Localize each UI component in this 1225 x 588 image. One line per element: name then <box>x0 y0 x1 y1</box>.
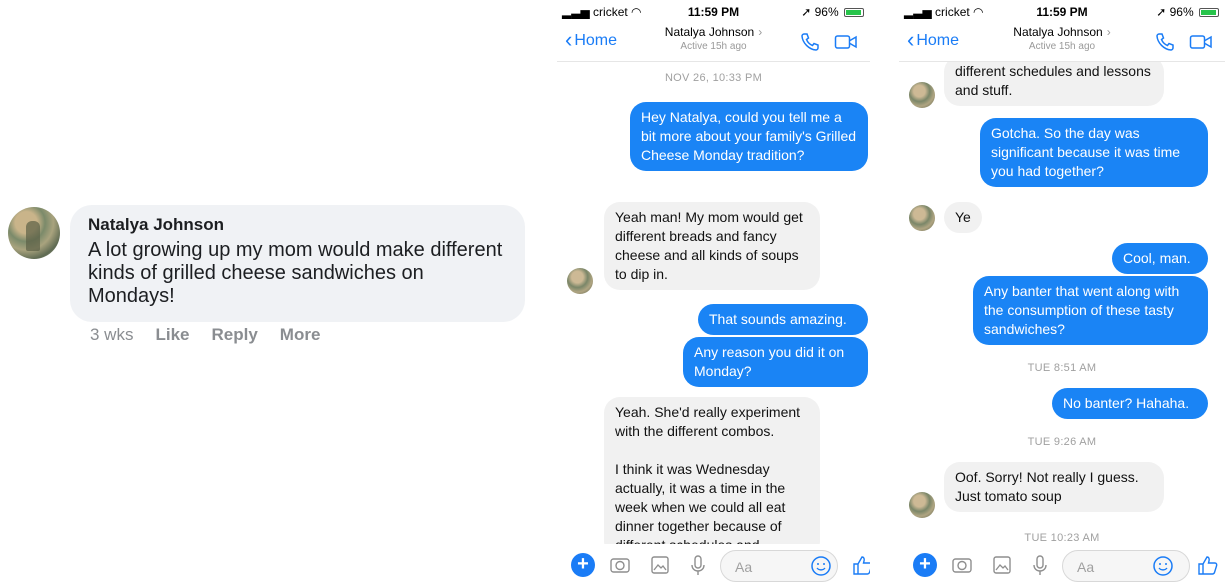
message-thread[interactable]: different schedules and lessons and stuf… <box>899 62 1225 544</box>
chevron-right-icon: › <box>1106 25 1111 39</box>
message-incoming[interactable]: different schedules and lessons and stuf… <box>944 62 1164 106</box>
status-bar: ▂▃▅ cricket ◠ 11:59 PM ➚ 96% <box>899 0 1225 22</box>
plus-icon[interactable]: + <box>913 553 937 577</box>
microphone-icon[interactable] <box>687 554 709 576</box>
timestamp: TUE 9:26 AM <box>1027 436 1097 448</box>
video-icon[interactable] <box>1189 32 1213 52</box>
like-link[interactable]: Like <box>155 325 189 345</box>
microphone-icon[interactable] <box>1029 554 1051 576</box>
thumbs-up-icon[interactable] <box>1197 554 1219 576</box>
comment-bubble: Natalya Johnson A lot growing up my mom … <box>70 205 525 322</box>
phone-icon[interactable] <box>800 32 820 52</box>
message-outgoing[interactable]: Cool, man. <box>1112 243 1208 274</box>
comment-time[interactable]: 3 wks <box>90 325 133 345</box>
battery-percent: 96% <box>814 5 839 19</box>
message-incoming[interactable]: Oof. Sorry! Not really I guess. Just tom… <box>944 462 1164 512</box>
reply-link[interactable]: Reply <box>212 325 258 345</box>
location-icon: ➚ <box>1156 5 1167 19</box>
status-bar: ▂▃▅ cricket ◠ 11:59 PM ➚ 96% <box>557 0 870 22</box>
comment-text: A lot growing up my mom would make diffe… <box>88 239 503 307</box>
message-thread[interactable]: NOV 26, 10:33 PM Hey Natalya, could you … <box>557 62 870 544</box>
message-outgoing[interactable]: Hey Natalya, could you tell me a bit mor… <box>630 102 868 171</box>
message-outgoing[interactable]: Any banter that went along with the cons… <box>973 276 1208 345</box>
plus-icon[interactable]: + <box>571 553 595 577</box>
message-outgoing[interactable]: No banter? Hahaha. <box>1052 388 1208 419</box>
message-outgoing[interactable]: Any reason you did it on Monday? <box>683 337 868 387</box>
composer-bar: + Aa <box>899 544 1225 588</box>
avatar[interactable] <box>8 207 60 259</box>
emoji-icon[interactable] <box>1152 555 1174 577</box>
thumbs-up-icon[interactable] <box>852 554 870 576</box>
messenger-screen-1: ▂▃▅ cricket ◠ 11:59 PM ➚ 96% ‹ Home Natal… <box>557 0 870 588</box>
message-placeholder: Aa <box>735 559 753 575</box>
contact-name: Natalya Johnson <box>1013 25 1103 39</box>
timestamp: TUE 10:23 AM <box>1024 532 1100 544</box>
screenshot-root: Natalya Johnson A lot growing up my mom … <box>0 0 1225 588</box>
image-icon[interactable] <box>991 554 1013 576</box>
avatar <box>909 205 935 231</box>
message-incoming[interactable]: Ye <box>944 202 982 233</box>
message-incoming[interactable]: Yeah man! My mom would get different bre… <box>604 202 820 290</box>
chevron-right-icon: › <box>758 25 763 39</box>
message-outgoing[interactable]: Gotcha. So the day was significant becau… <box>980 118 1208 187</box>
message-paragraph: I think it was Wednesday actually, it wa… <box>615 461 786 544</box>
more-link[interactable]: More <box>280 325 321 345</box>
avatar <box>567 268 593 294</box>
battery-icon <box>1199 8 1219 17</box>
timestamp: NOV 26, 10:33 PM <box>664 72 763 84</box>
emoji-icon[interactable] <box>810 555 832 577</box>
location-icon: ➚ <box>801 5 812 19</box>
chat-header: ‹ Home Natalya Johnson › Active 15h ago <box>899 22 1225 62</box>
camera-icon[interactable] <box>951 554 973 576</box>
comment-actions: 3 wks Like Reply More <box>90 325 320 345</box>
battery-icon <box>844 8 864 17</box>
contact-name: Natalya Johnson <box>664 25 755 39</box>
avatar <box>909 492 935 518</box>
commenter-name[interactable]: Natalya Johnson <box>88 215 509 235</box>
phone-icon[interactable] <box>1155 32 1175 52</box>
message-outgoing[interactable]: That sounds amazing. <box>698 304 868 335</box>
image-icon[interactable] <box>649 554 671 576</box>
battery-percent: 96% <box>1169 5 1194 19</box>
camera-icon[interactable] <box>609 554 631 576</box>
composer-bar: + Aa <box>557 544 870 588</box>
chat-header: ‹ Home Natalya Johnson › Active 15h ago <box>557 22 870 62</box>
messenger-screen-2: ▂▃▅ cricket ◠ 11:59 PM ➚ 96% ‹ Home Natal… <box>899 0 1225 588</box>
message-incoming[interactable]: Yeah. She'd really experiment with the d… <box>604 397 820 544</box>
avatar <box>909 82 935 108</box>
timestamp: TUE 8:51 AM <box>1027 362 1097 374</box>
video-icon[interactable] <box>834 32 858 52</box>
message-placeholder: Aa <box>1077 559 1095 575</box>
message-paragraph: Yeah. She'd really experiment with the d… <box>615 404 801 439</box>
